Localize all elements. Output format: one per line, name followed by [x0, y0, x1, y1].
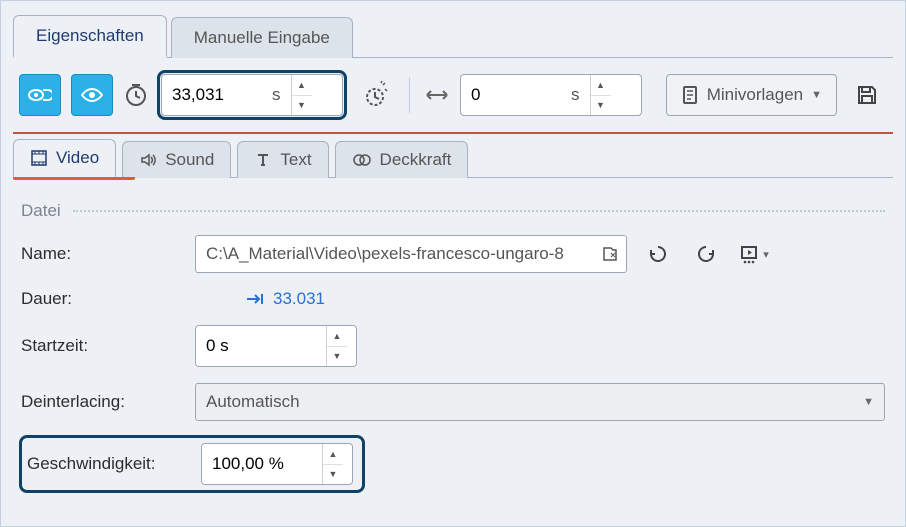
field-starttime: Startzeit: ▲▼ [21, 325, 885, 367]
field-name: Name: ▾ [21, 235, 885, 273]
time-transform-button[interactable] [355, 75, 395, 115]
field-deinterlacing: Deinterlacing: Automatisch ▼ [21, 383, 885, 421]
duration-highlight: s ▲▼ [159, 72, 345, 118]
chevron-down-icon: ▼ [811, 89, 822, 101]
section-label: Datei [21, 201, 61, 221]
tab-text[interactable]: Text [237, 141, 328, 178]
folder-open-icon [601, 245, 619, 263]
sound-icon [139, 151, 157, 169]
stepper-down[interactable]: ▼ [292, 96, 312, 116]
rotate-cw-icon [695, 243, 717, 265]
tab-opacity[interactable]: Deckkraft [335, 141, 469, 178]
duration-value[interactable] [162, 75, 272, 115]
play-dots-icon [739, 243, 761, 265]
label-name: Name: [21, 244, 181, 264]
duration-input[interactable]: s ▲▼ [161, 74, 343, 116]
label-deinterlacing: Deinterlacing: [21, 392, 181, 412]
clock-sparkle-icon [361, 81, 389, 109]
starttime-input[interactable]: ▲▼ [195, 325, 357, 367]
duration-unit: s [272, 85, 291, 105]
stepper-up[interactable]: ▲ [327, 326, 347, 347]
file-path-input[interactable] [195, 235, 627, 273]
stepper-up[interactable]: ▲ [292, 75, 312, 96]
transition-unit: s [571, 85, 590, 105]
tab-properties[interactable]: Eigenschaften [13, 15, 167, 58]
field-duration: Dauer: 33.031 [21, 289, 885, 309]
transition-input[interactable]: s ▲▼ [460, 74, 642, 116]
save-button[interactable] [847, 75, 887, 115]
save-icon [855, 83, 879, 107]
tab-label: Eigenschaften [36, 26, 144, 45]
duration-value-link[interactable]: 33.031 [273, 289, 325, 309]
opacity-icon [352, 151, 372, 169]
transition-icon [424, 85, 450, 105]
file-path-value[interactable] [196, 244, 594, 264]
stepper-up[interactable]: ▲ [323, 444, 343, 465]
template-icon [681, 85, 699, 105]
play-menu-button[interactable]: ▾ [737, 237, 771, 271]
chevron-down-icon: ▼ [863, 396, 874, 408]
mini-templates-button[interactable]: Minivorlagen ▼ [666, 74, 837, 116]
mini-templates-label: Minivorlagen [707, 85, 803, 105]
browse-file-button[interactable] [594, 245, 626, 263]
goto-end-icon [245, 291, 265, 307]
tab-label: Text [280, 150, 311, 170]
sub-tabs: Video Sound Text Deckkraft [13, 138, 893, 178]
tab-label: Video [56, 148, 99, 168]
label-duration: Dauer: [21, 289, 181, 309]
stepper-up[interactable]: ▲ [591, 75, 611, 96]
eye-icon [81, 87, 103, 103]
preview-button[interactable] [71, 74, 113, 116]
deinterlacing-select[interactable]: Automatisch ▼ [195, 383, 885, 421]
tab-sound[interactable]: Sound [122, 141, 231, 178]
clock-icon [123, 82, 149, 108]
tab-manual-input[interactable]: Manuelle Eingabe [171, 17, 353, 58]
preview-link-button[interactable] [19, 74, 61, 116]
tab-video[interactable]: Video [13, 139, 116, 178]
starttime-value[interactable] [196, 326, 326, 366]
active-tab-indicator [13, 177, 135, 180]
field-speed: Geschwindigkeit: ▲▼ [21, 437, 885, 491]
film-icon [30, 149, 48, 167]
toolbar: s ▲▼ s ▲▼ Minivorlagen ▼ [13, 58, 893, 134]
text-icon [254, 151, 272, 169]
label-speed: Geschwindigkeit: [27, 454, 187, 474]
deinterlacing-value: Automatisch [206, 392, 300, 412]
tab-label: Deckkraft [380, 150, 452, 170]
stepper-down[interactable]: ▼ [323, 465, 343, 485]
rotate-ccw-icon [647, 243, 669, 265]
tab-label: Sound [165, 150, 214, 170]
tab-label: Manuelle Eingabe [194, 28, 330, 47]
stepper-down[interactable]: ▼ [327, 347, 347, 367]
link-eye-icon [28, 87, 52, 103]
label-starttime: Startzeit: [21, 336, 181, 356]
main-tabs: Eigenschaften Manuelle Eingabe [13, 13, 893, 58]
speed-value[interactable] [202, 444, 322, 484]
rotate-ccw-button[interactable] [641, 237, 675, 271]
speed-input[interactable]: ▲▼ [201, 443, 353, 485]
section-file-title: Datei [21, 201, 885, 221]
separator [409, 77, 410, 113]
rotate-cw-button[interactable] [689, 237, 723, 271]
stepper-down[interactable]: ▼ [591, 96, 611, 116]
transition-value[interactable] [461, 75, 571, 115]
